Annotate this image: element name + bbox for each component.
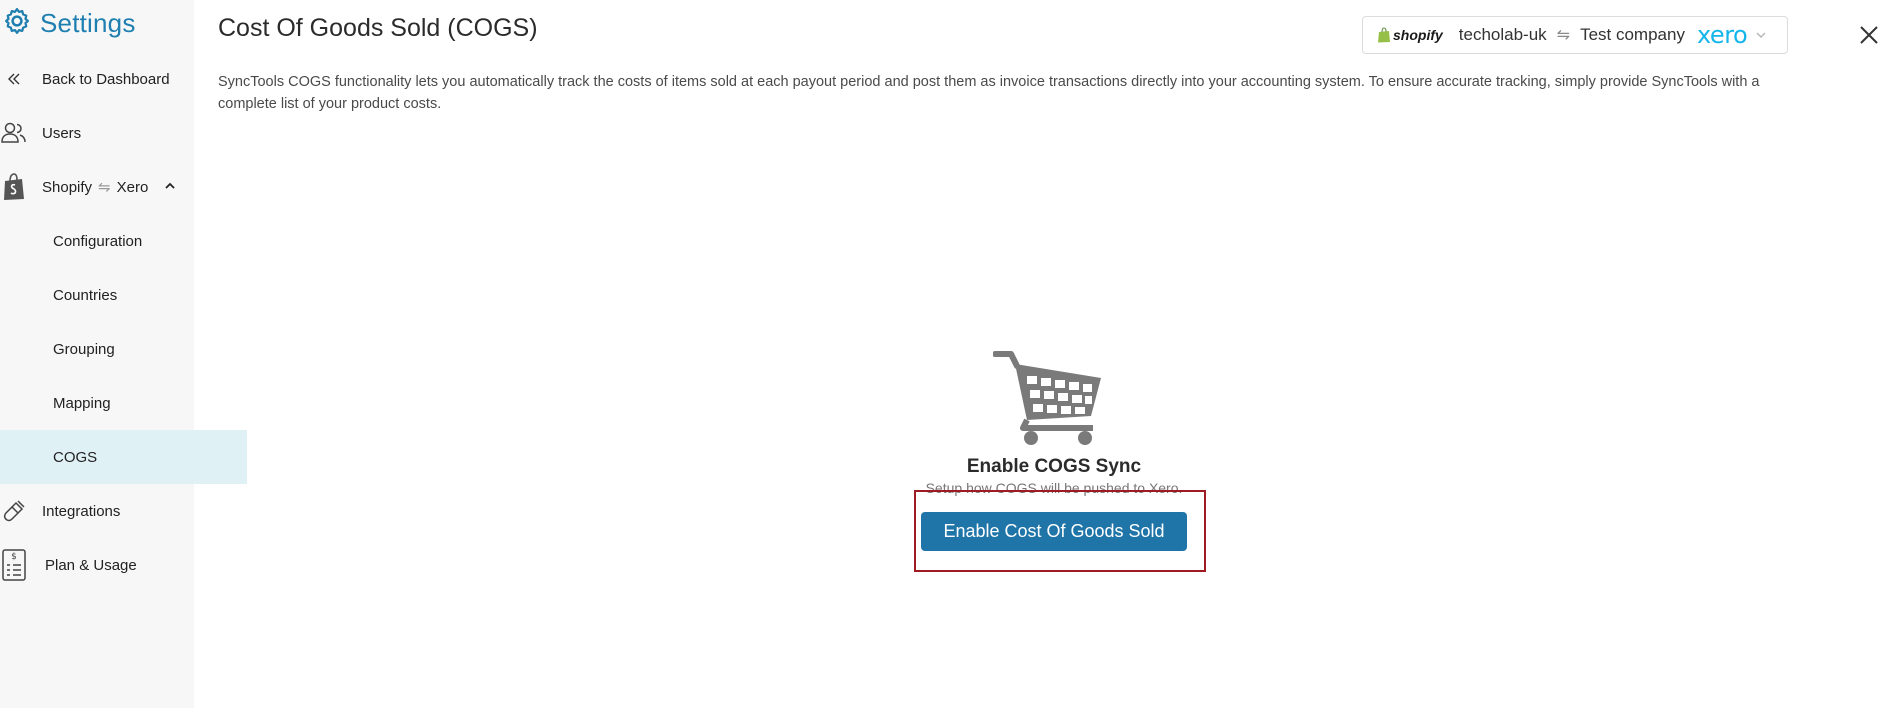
settings-header: Settings [0,0,136,46]
invoice-icon: $ [0,549,28,581]
chevron-down-icon [1755,25,1767,45]
sidebar-item-users-label: Users [42,124,82,142]
close-icon[interactable] [1858,24,1880,46]
empty-state-title: Enable COGS Sync [966,456,1142,477]
shopify-logo: shopify [1377,27,1443,43]
chevron-up-icon[interactable] [163,179,177,197]
sidebar-item-integrations-label: Integrations [42,502,121,520]
shopify-logo-text: shopify [1393,27,1443,43]
sidebar-item-countries[interactable]: Countries [0,268,247,322]
users-icon [0,119,28,147]
sidebar-item-users[interactable]: Users [0,106,194,160]
gear-icon [2,6,32,41]
svg-text:$: $ [11,552,17,562]
shopify-bag-icon [0,173,28,201]
back-to-dashboard-label: Back to Dashboard [42,70,170,88]
sidebar: Settings Back to Dashboard Users Shopify… [0,0,247,708]
store-name: techolab-uk [1458,25,1547,44]
swap-icon: ⇋ [1556,27,1571,44]
empty-state-subtitle: Setup how COGS will be pushed to Xero. [925,480,1183,496]
sidebar-item-label: Grouping [53,340,115,358]
sidebar-item-label: Countries [53,286,118,304]
connection-selector[interactable]: shopify techolab-uk ⇋ Test company xero [1362,16,1788,54]
double-chevron-left-icon [0,65,28,93]
sidebar-item-plan-usage[interactable]: $ Plan & Usage [0,538,194,592]
shopping-cart-icon [992,348,1105,446]
integration-target-label: Xero [116,179,149,196]
sidebar-item-mapping[interactable]: Mapping [0,376,247,430]
sidebar-item-plan-usage-label: Plan & Usage [45,556,137,574]
integration-source-label: Shopify [42,179,93,196]
page-title: Cost Of Goods Sold (COGS) [218,14,538,42]
sidebar-item-configuration[interactable]: Configuration [0,214,247,268]
plug-icon [0,497,28,525]
company-name: Test company [1580,25,1685,44]
xero-logo: xero [1696,21,1748,49]
sidebar-item-label: Mapping [53,394,111,412]
settings-title: Settings [40,7,136,38]
back-to-dashboard-link[interactable]: Back to Dashboard [0,52,194,106]
sidebar-item-label: Configuration [53,232,143,250]
page-description: SyncTools COGS functionality lets you au… [218,74,1760,112]
swap-icon: ⇋ [98,179,111,196]
sidebar-item-shopify-xero[interactable]: Shopify ⇋ Xero [0,160,194,214]
sidebar-item-grouping[interactable]: Grouping [0,322,247,376]
enable-cogs-button[interactable]: Enable Cost Of Goods Sold [921,512,1187,551]
